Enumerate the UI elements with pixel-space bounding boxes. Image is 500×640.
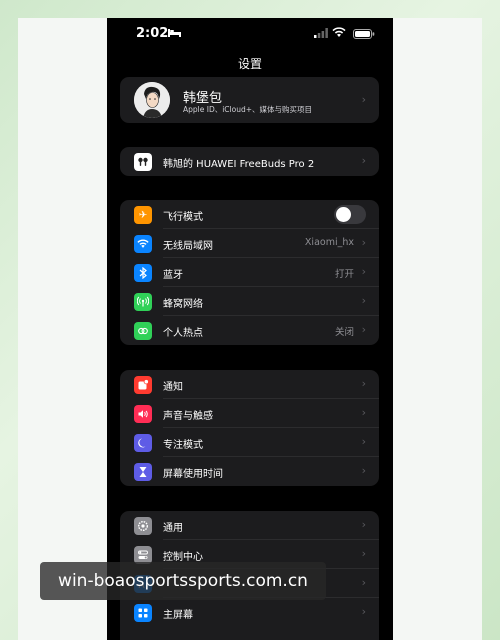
focus-row[interactable]: 专注模式 › [120,428,379,457]
wifi-icon [134,235,152,253]
chevron-right-icon: › [361,406,366,419]
device-group: 韩旭的 HUAWEI FreeBuds Pro 2 › [120,147,379,176]
earbuds-icon [134,153,152,171]
watermark: win-boaosportssports.com.cn [40,562,326,600]
airplane-mode-row[interactable]: ✈ 飞行模式 [120,200,379,229]
cellular-label: 蜂窝网络 [163,299,203,310]
general-row[interactable]: 通用 › [120,511,379,540]
chevron-right-icon: › [361,518,366,531]
chevron-right-icon: › [361,435,366,448]
toggle-knob [336,207,351,222]
airplane-mode-label: 飞行模式 [163,212,203,223]
screen-time-label: 屏幕使用时间 [163,469,223,480]
hotspot-label: 个人热点 [163,328,203,339]
profile-row[interactable]: 韩堡包 Apple ID、iCloud+、媒体与购买项目 › [120,77,379,123]
hotspot-row[interactable]: 个人热点 关闭 › [120,316,379,345]
avatar [134,82,170,118]
notification-icon [134,376,152,394]
page-title: 设置 [237,57,262,71]
wifi-row[interactable]: 无线局域网 Xiaomi_hx › [120,229,379,258]
home-screen-row[interactable]: 主屏幕 › [120,598,379,627]
wifi-value: Xiaomi_hx [304,237,354,248]
cellular-row[interactable]: 蜂窝网络 › [120,287,379,316]
signal-icon [314,28,328,38]
cellular-icon [134,293,152,311]
home-screen-label: 主屏幕 [163,610,193,621]
device-row[interactable]: 韩旭的 HUAWEI FreeBuds Pro 2 › [120,147,379,176]
device-label: 韩旭的 HUAWEI FreeBuds Pro 2 [163,159,315,170]
moon-icon [134,434,152,452]
chevron-right-icon: › [361,464,366,477]
chevron-right-icon: › [361,265,366,278]
battery-icon [353,29,375,39]
hourglass-icon [134,463,152,481]
hotspot-value: 关闭 [334,327,354,338]
chevron-right-icon: › [361,236,366,249]
notifications-group: 通知 › 声音与触感 › 专注模式 › 屏幕使用时间 › [120,370,379,486]
sound-label: 声音与触感 [163,411,213,422]
sound-row[interactable]: 声音与触感 › [120,399,379,428]
control-center-label: 控制中心 [163,552,203,563]
bluetooth-icon [134,264,152,282]
chevron-right-icon: › [361,93,366,106]
wifi-label: 无线局域网 [163,241,213,252]
notifications-row[interactable]: 通知 › [120,370,379,399]
general-label: 通用 [163,523,183,534]
status-bar: 2:02 [107,18,393,50]
profile-group: 韩堡包 Apple ID、iCloud+、媒体与购买项目 › [120,77,379,123]
home-screen-icon [134,604,152,622]
profile-subtitle: Apple ID、iCloud+、媒体与购买项目 [183,105,313,114]
sound-icon [134,405,152,423]
notifications-label: 通知 [163,382,183,393]
chevron-right-icon: › [361,294,366,307]
sleep-icon [168,29,181,37]
chevron-right-icon: › [361,377,366,390]
chevron-right-icon: › [361,323,366,336]
wifi-status-icon [332,27,346,37]
chevron-right-icon: › [361,547,366,560]
airplane-icon: ✈ [134,206,152,224]
hotspot-icon [134,322,152,340]
gear-icon [134,517,152,535]
chevron-right-icon: › [361,154,366,167]
airplane-mode-toggle[interactable] [334,205,366,224]
chevron-right-icon: › [361,605,366,618]
connectivity-group: ✈ 飞行模式 无线局域网 Xiaomi_hx › 蓝牙 打开 › 蜂窝网络 › … [120,200,379,345]
status-time: 2:02 [136,26,169,41]
bluetooth-value: 打开 [334,269,354,280]
chevron-right-icon: › [361,576,366,589]
screen-time-row[interactable]: 屏幕使用时间 › [120,457,379,486]
bluetooth-row[interactable]: 蓝牙 打开 › [120,258,379,287]
bluetooth-label: 蓝牙 [163,270,183,281]
phone-screen: 2:02 设置 韩堡包 Apple ID、iCloud+、媒体与购买项目 › 韩… [107,18,393,640]
focus-label: 专注模式 [163,440,203,451]
